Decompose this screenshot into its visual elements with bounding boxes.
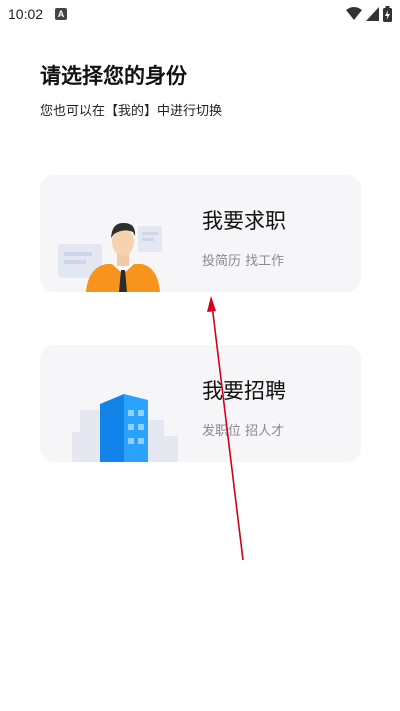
status-icons — [346, 6, 392, 22]
employer-subtitle: 发职位 招人才 — [202, 424, 285, 439]
status-time: 10:02 — [8, 6, 44, 22]
battery-icon — [383, 6, 392, 22]
job-seeker-icon — [58, 222, 162, 292]
page-subtitle: 您也可以在【我的】中进行切换 — [40, 104, 223, 119]
company-building-icon — [72, 394, 178, 462]
wifi-icon — [346, 7, 362, 20]
signal-icon — [366, 7, 379, 21]
a-badge-icon: A — [55, 8, 68, 20]
page-title: 请选择您的身份 — [40, 64, 187, 88]
status-bar: 10:02 A — [0, 0, 400, 28]
employer-title: 我要招聘 — [202, 379, 286, 403]
employer-option-card[interactable]: 我要招聘 发职位 招人才 — [40, 345, 361, 462]
job-seeker-title: 我要求职 — [202, 209, 286, 233]
job-seeker-subtitle: 投简历 找工作 — [202, 254, 285, 269]
job-seeker-option-card[interactable]: 我要求职 投简历 找工作 — [40, 175, 361, 292]
